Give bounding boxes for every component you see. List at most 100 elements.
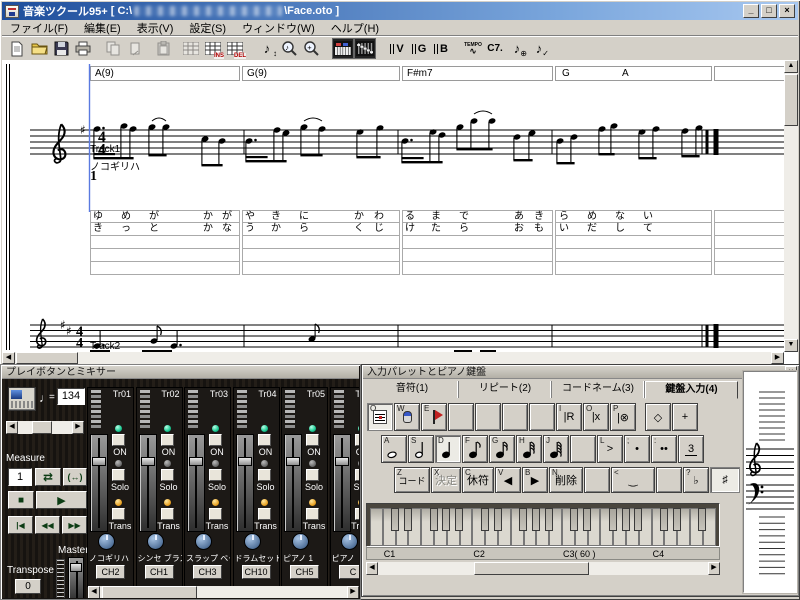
palette-key-Q[interactable]: Q [367, 403, 393, 431]
on-button[interactable] [209, 434, 222, 446]
score-hscroll-thumb[interactable] [16, 352, 78, 364]
palette-key-D[interactable]: D [435, 435, 461, 463]
chord-cell-4[interactable] [714, 66, 785, 81]
midi-module-icon[interactable] [8, 387, 36, 411]
piano-key-black[interactable] [404, 508, 412, 531]
score-area[interactable]: A(9)G(9)F#m7GATrack1ノコギリハ1Track2シンセ ブラス … [2, 60, 798, 364]
velocity-editor-icon[interactable]: V [386, 38, 408, 59]
menu-item-0[interactable]: ファイル(F) [2, 19, 76, 37]
lyrics-cell-r5c4[interactable] [555, 262, 712, 275]
chord-editor-icon[interactable]: C7. [484, 38, 506, 59]
channel-button[interactable]: CH5 [290, 565, 319, 579]
save-file-icon[interactable] [50, 38, 72, 59]
trans-button[interactable] [258, 508, 271, 520]
channel-button[interactable]: CH3 [193, 565, 222, 579]
palette-key-3[interactable]: 3 [678, 435, 704, 463]
solo-button[interactable] [209, 469, 222, 481]
gate-editor-icon[interactable]: G [408, 38, 430, 59]
score-hscroll-right-icon[interactable]: ▶ [771, 352, 784, 364]
piano-key-black[interactable] [698, 508, 706, 531]
piano-roll-icon[interactable] [332, 38, 354, 59]
piano-key-black[interactable] [634, 508, 642, 531]
solo-button[interactable] [112, 469, 125, 481]
maximize-button[interactable]: □ [761, 4, 777, 18]
tab-1[interactable]: 音符(1) [366, 381, 459, 398]
palette-key-H[interactable]: H [516, 435, 542, 463]
palette-key-V[interactable]: V◀ [495, 467, 521, 493]
palette-key-O[interactable]: O|x [583, 403, 609, 431]
solo-button[interactable] [161, 469, 174, 481]
pan-knob[interactable] [195, 533, 212, 550]
loop-button[interactable]: ⇄ [35, 468, 61, 486]
play-button[interactable]: ▶ [36, 491, 87, 509]
palette-key-Z[interactable]: Zコード [394, 467, 430, 493]
palette-key-♯[interactable]: ♯ [710, 467, 740, 493]
minimize-button[interactable]: _ [743, 4, 759, 18]
balance-editor-icon[interactable]: B [430, 38, 452, 59]
channel-fader-thumb[interactable] [189, 457, 203, 466]
tempo-editor-icon[interactable]: TEMPO∿ [462, 38, 484, 59]
pan-knob[interactable] [341, 533, 358, 550]
on-button[interactable] [258, 434, 271, 446]
measure-value[interactable]: 1 [8, 468, 32, 486]
solo-button[interactable] [355, 469, 360, 481]
piano-key-white[interactable] [370, 508, 383, 546]
on-button[interactable] [355, 434, 360, 446]
palette-key-L[interactable]: L> [597, 435, 623, 463]
lyrics-cell-r3c2[interactable] [242, 236, 400, 249]
insert-measure-icon[interactable]: INS [202, 38, 224, 59]
tempo-value[interactable]: 134 [57, 388, 85, 405]
mixer-panel-title[interactable]: プレイボタンとミキサー [2, 366, 359, 379]
go-start-button[interactable]: |◀ [8, 516, 33, 534]
channel-fader-thumb[interactable] [92, 457, 106, 466]
lyrics-cell-r2c3[interactable]: けたらおも [402, 223, 553, 236]
lyrics-cell-r5c5[interactable] [714, 262, 785, 275]
chord-cell-1[interactable]: G(9) [242, 66, 400, 81]
menu-item-1[interactable]: 編集(E) [76, 19, 129, 37]
lyrics-cell-r1c4[interactable]: らめない [555, 210, 712, 223]
palette-key-<[interactable]: <‿ [611, 467, 655, 493]
piano-key-black[interactable] [660, 508, 668, 531]
piano-key-black[interactable] [609, 508, 617, 531]
pan-knob[interactable] [244, 533, 261, 550]
palette-key-B[interactable]: B▶ [522, 467, 548, 493]
lyrics-cell-r4c3[interactable] [402, 249, 553, 262]
delete-measure-icon[interactable]: DEL [224, 38, 246, 59]
zoom-select-icon[interactable]: + [300, 38, 322, 59]
palette-key-+[interactable]: + [672, 403, 698, 431]
palette-key-G[interactable]: G [489, 435, 515, 463]
piano-key-black[interactable] [442, 508, 450, 531]
lyrics-cell-r5c2[interactable] [242, 262, 400, 275]
palette-key-A[interactable]: A [381, 435, 407, 463]
tab-2[interactable]: リピート(2) [459, 381, 552, 398]
lyrics-cell-r2c5[interactable] [714, 223, 785, 236]
lyrics-cell-r5c3[interactable] [402, 262, 553, 275]
palette-key-P[interactable]: P|⊗ [610, 403, 636, 431]
trans-button[interactable] [112, 508, 125, 520]
trans-button[interactable] [161, 508, 174, 520]
trans-button[interactable] [306, 508, 319, 520]
lyrics-cell-r3c4[interactable] [555, 236, 712, 249]
lyrics-cell-r2c2[interactable]: うからくじ [242, 223, 400, 236]
lyrics-cell-r1c2[interactable]: やきにかわ [242, 210, 400, 223]
trans-button[interactable] [209, 508, 222, 520]
menu-item-4[interactable]: ウィンドウ(W) [234, 19, 323, 37]
span-button[interactable]: (↔) [63, 468, 87, 486]
channel-fader-thumb[interactable] [238, 457, 252, 466]
open-file-icon[interactable] [28, 38, 50, 59]
lyrics-cell-r2c4[interactable]: いだして [555, 223, 712, 236]
pan-knob[interactable] [147, 533, 164, 550]
stop-button[interactable]: ■ [8, 491, 34, 509]
note-properties-icon[interactable]: ♪⊕ [506, 38, 528, 59]
piano-key-black[interactable] [545, 508, 553, 531]
new-file-icon[interactable] [6, 38, 28, 59]
tempo-slider-thumb[interactable] [32, 421, 52, 434]
pan-knob[interactable] [98, 533, 115, 550]
palette-key-;[interactable]: ;• [624, 435, 650, 463]
quantize-icon[interactable]: ♪✓ [528, 38, 550, 59]
palette-key-E[interactable]: E [421, 403, 447, 431]
chord-cell-0[interactable]: A(9) [90, 66, 240, 81]
tempo-slider-left-icon[interactable]: ◀ [6, 421, 18, 434]
channel-fader-thumb[interactable] [335, 457, 349, 466]
pan-knob[interactable] [292, 533, 309, 550]
